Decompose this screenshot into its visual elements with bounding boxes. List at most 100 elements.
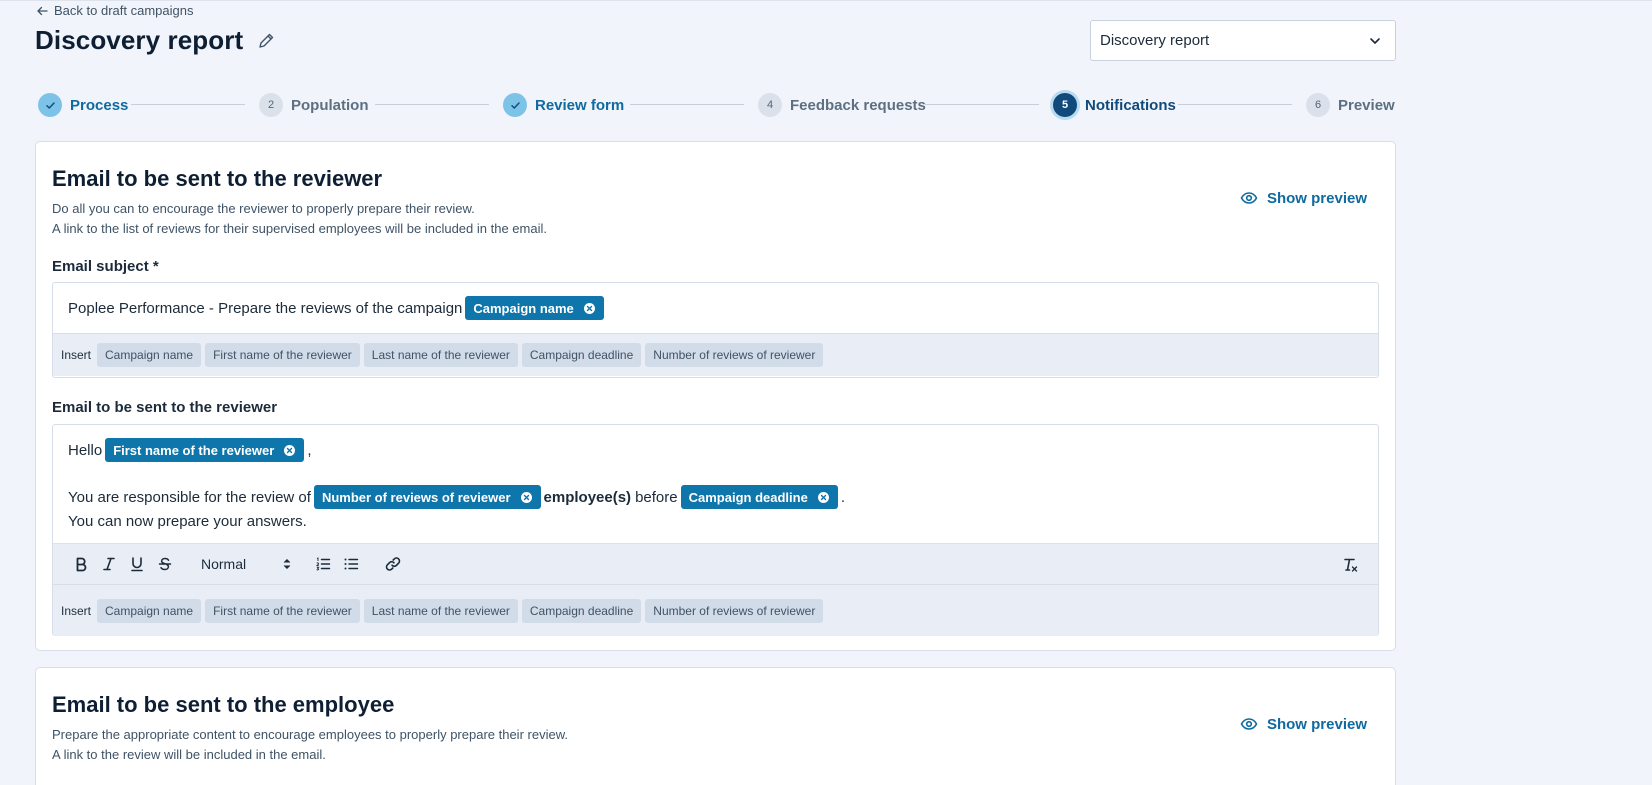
stepper-connector: [630, 104, 744, 105]
bold-icon: [76, 557, 87, 572]
insert-chip[interactable]: Campaign deadline: [521, 598, 642, 623]
template-select-value: Discovery report: [1100, 32, 1210, 49]
insert-chip[interactable]: Campaign name: [97, 343, 202, 367]
email-body-editor[interactable]: Hello First name of the reviewer , You a…: [52, 424, 1379, 636]
body-text: You are responsible for the review of: [68, 488, 311, 506]
step-circle: 6: [1306, 93, 1330, 117]
stepper-connector: [1178, 104, 1292, 105]
show-preview-button[interactable]: Show preview: [1240, 189, 1367, 207]
body-line[interactable]: You can now prepare your answers.: [68, 509, 307, 533]
step-preview[interactable]: 6 Preview: [1306, 92, 1395, 118]
chip-label: Number of reviews of reviewer: [321, 489, 511, 505]
bold-button[interactable]: [67, 550, 95, 578]
step-circle: 5: [1053, 93, 1077, 117]
body-text: before: [635, 488, 678, 506]
ordered-list-button[interactable]: [309, 550, 337, 578]
step-process[interactable]: Process: [38, 92, 128, 118]
bullet-list-button[interactable]: [337, 550, 365, 578]
step-circle: 4: [758, 93, 782, 117]
back-to-drafts-link[interactable]: Back to draft campaigns: [36, 3, 193, 18]
card-title: Email to be sent to the employee: [52, 692, 395, 717]
subject-text: Poplee Performance - Prepare the reviews…: [68, 299, 463, 317]
updown-chevron-icon: [283, 559, 291, 569]
insert-chip[interactable]: First name of the reviewer: [205, 598, 360, 623]
variable-chip: Campaign name: [465, 296, 604, 320]
top-divider: [0, 0, 1652, 1]
underline-icon: [131, 557, 143, 572]
close-circle-icon[interactable]: [583, 302, 596, 315]
insert-chip[interactable]: Number of reviews of reviewer: [645, 343, 824, 367]
rich-text-toolbar: Normal: [53, 543, 1378, 584]
insert-label: Insert: [61, 603, 92, 618]
pencil-icon[interactable]: [257, 32, 275, 50]
email-subject-label: Email subject *: [52, 258, 159, 275]
variable-chip: First name of the reviewer: [105, 438, 305, 462]
close-circle-icon[interactable]: [520, 491, 533, 504]
eye-icon: [1240, 718, 1258, 730]
step-label: Population: [291, 96, 369, 114]
body-text: ,: [307, 441, 312, 459]
insert-variables-bar: Insert Campaign name First name of the r…: [53, 333, 1378, 376]
step-circle: 2: [259, 93, 283, 117]
insert-chip[interactable]: Campaign name: [97, 598, 202, 623]
insert-chip[interactable]: Last name of the reviewer: [363, 343, 518, 367]
chip-label: Campaign name: [473, 300, 574, 316]
step-label: Process: [70, 96, 129, 114]
chip-label: First name of the reviewer: [113, 442, 275, 458]
reviewer-email-card: Email to be sent to the reviewer Do all …: [35, 141, 1396, 651]
insert-variables-bar: Insert Campaign name First name of the r…: [53, 584, 1378, 636]
step-label: Notifications: [1085, 96, 1176, 114]
insert-chip[interactable]: Number of reviews of reviewer: [645, 598, 824, 623]
variable-chip: Campaign deadline: [680, 485, 838, 509]
card-description: A link to the review will be included in…: [52, 747, 326, 762]
close-circle-icon[interactable]: [817, 491, 830, 504]
template-select[interactable]: Discovery report: [1090, 20, 1396, 61]
campaign-stepper: Process 2 Population Review form 4 Feedb…: [38, 92, 1396, 118]
strikethrough-icon: [158, 557, 172, 571]
body-line[interactable]: You are responsible for the review of Nu…: [68, 484, 845, 510]
card-description: Do all you can to encourage the reviewer…: [52, 201, 475, 216]
show-preview-label: Show preview: [1266, 189, 1367, 207]
clear-format-button[interactable]: [1336, 551, 1364, 579]
eye-icon: [1240, 192, 1258, 204]
stepper-connector: [375, 104, 489, 105]
body-text: Hello: [68, 441, 103, 459]
italic-button[interactable]: [95, 550, 123, 578]
email-body-label: Email to be sent to the reviewer: [52, 399, 278, 416]
body-text-bold: employee(s): [543, 488, 632, 506]
chip-label: Campaign deadline: [688, 489, 808, 505]
step-label: Preview: [1338, 96, 1395, 114]
step-review-form[interactable]: Review form: [503, 92, 624, 118]
step-population[interactable]: 2 Population: [259, 92, 369, 118]
back-link-label: Back to draft campaigns: [54, 3, 194, 18]
italic-icon: [103, 557, 115, 571]
title-row: Discovery report: [35, 25, 275, 56]
insert-label: Insert: [61, 348, 92, 362]
check-icon: [45, 101, 55, 109]
employee-email-card: Email to be sent to the employee Prepare…: [35, 667, 1396, 785]
step-feedback-requests[interactable]: 4 Feedback requests: [758, 92, 926, 118]
show-preview-button[interactable]: Show preview: [1240, 715, 1367, 733]
subject-content[interactable]: Poplee Performance - Prepare the reviews…: [68, 295, 607, 321]
link-button[interactable]: [379, 550, 407, 578]
step-label: Review form: [535, 96, 625, 114]
email-subject-field[interactable]: Poplee Performance - Prepare the reviews…: [52, 282, 1379, 378]
card-description: A link to the list of reviews for their …: [52, 221, 547, 236]
clear-format-icon: [1344, 558, 1358, 572]
check-icon: [510, 101, 520, 109]
stepper-connector: [925, 104, 1039, 105]
text-format-value: Normal: [201, 556, 247, 572]
text-format-select[interactable]: Normal: [201, 556, 291, 572]
insert-chip[interactable]: Last name of the reviewer: [363, 598, 518, 623]
step-notifications[interactable]: 5 Notifications: [1053, 92, 1176, 118]
strikethrough-button[interactable]: [151, 550, 179, 578]
insert-chip[interactable]: Campaign deadline: [521, 343, 642, 367]
arrow-left-icon: [37, 6, 48, 15]
insert-chip[interactable]: First name of the reviewer: [205, 343, 360, 367]
body-line[interactable]: Hello First name of the reviewer ,: [68, 437, 311, 463]
card-description: Prepare the appropriate content to encou…: [52, 727, 568, 742]
close-circle-icon[interactable]: [283, 444, 296, 457]
chevron-down-icon: [1370, 37, 1380, 44]
underline-button[interactable]: [123, 550, 151, 578]
card-title: Email to be sent to the reviewer: [52, 166, 383, 191]
